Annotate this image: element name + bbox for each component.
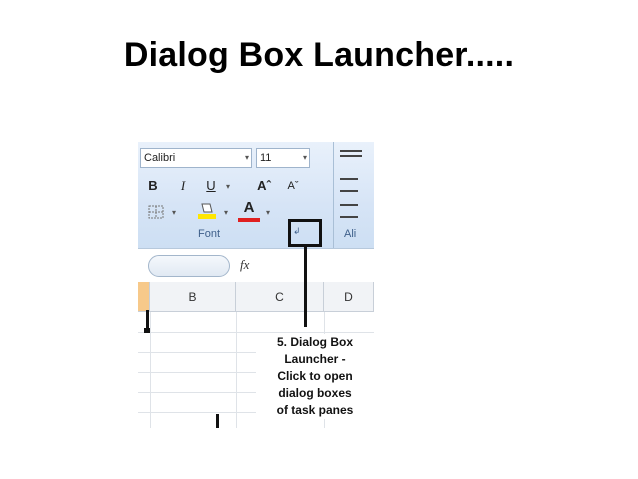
font-color-button[interactable]: A <box>238 198 260 218</box>
borders-dropdown-icon[interactable]: ▾ <box>172 208 176 217</box>
indent-icon[interactable] <box>340 204 358 218</box>
shrink-font-button[interactable]: Aˇ <box>282 176 304 196</box>
callout-line-3: Click to open <box>277 369 353 383</box>
align-top-icon[interactable] <box>340 150 362 157</box>
font-color-letter: A <box>243 199 255 216</box>
column-header-b[interactable]: B <box>150 282 236 312</box>
underline-button[interactable]: U <box>202 176 220 196</box>
font-color-dropdown-icon[interactable]: ▾ <box>266 208 270 217</box>
fx-icon[interactable]: fx <box>240 257 249 273</box>
column-header-c[interactable]: C <box>236 282 324 312</box>
underline-dropdown-icon[interactable]: ▾ <box>226 182 230 191</box>
alignment-group: Ali <box>333 142 374 248</box>
bold-button[interactable]: B <box>144 176 162 196</box>
select-all-corner[interactable] <box>138 282 150 312</box>
formula-bar: fx <box>138 248 374 283</box>
name-box[interactable] <box>148 255 230 277</box>
font-color-swatch <box>238 218 260 222</box>
chevron-down-icon[interactable]: ▾ <box>245 149 249 167</box>
column-header-d[interactable]: D <box>324 282 374 312</box>
fill-dropdown-icon[interactable]: ▾ <box>224 208 228 217</box>
fill-color-button[interactable] <box>194 200 220 220</box>
callout-pointer-line <box>304 247 307 327</box>
slide-title: Dialog Box Launcher..... <box>123 36 515 74</box>
ribbon: Calibri ▾ 11 ▾ B I U ▾ Aˆ Aˇ ▾ ▾ A ▾ Fon… <box>138 142 374 248</box>
callout-line-4: dialog boxes <box>278 386 352 400</box>
chevron-down-icon[interactable]: ▾ <box>303 149 307 167</box>
dialog-box-launcher-icon[interactable]: ↲ <box>293 226 301 237</box>
col-line <box>236 312 237 428</box>
align-left-icon[interactable] <box>340 178 358 192</box>
font-size-combo[interactable]: 11 ▾ <box>256 148 310 168</box>
grow-font-button[interactable]: Aˆ <box>253 176 275 196</box>
borders-icon <box>148 205 164 219</box>
font-name-combo[interactable]: Calibri ▾ <box>140 148 252 168</box>
row-line <box>138 332 374 333</box>
font-group-label: Font <box>198 228 221 240</box>
callout-text: 5. Dialog Box Launcher - Click to open d… <box>256 334 374 419</box>
italic-button[interactable]: I <box>174 176 192 196</box>
cursor-mark <box>216 414 219 428</box>
paint-bucket-icon <box>198 203 216 219</box>
callout-line-2: Launcher - <box>284 352 346 366</box>
font-size-value: 11 <box>260 152 272 164</box>
callout-line-1: 5. Dialog Box <box>276 335 353 349</box>
font-name-value: Calibri <box>144 152 176 164</box>
fill-handle[interactable] <box>144 328 150 333</box>
callout-line-5: of task panes <box>276 403 354 417</box>
excel-screenshot: Calibri ▾ 11 ▾ B I U ▾ Aˆ Aˇ ▾ ▾ A ▾ Fon… <box>138 142 374 428</box>
col-line <box>150 312 151 428</box>
alignment-group-label: Ali <box>344 228 357 240</box>
borders-button[interactable] <box>144 202 168 222</box>
